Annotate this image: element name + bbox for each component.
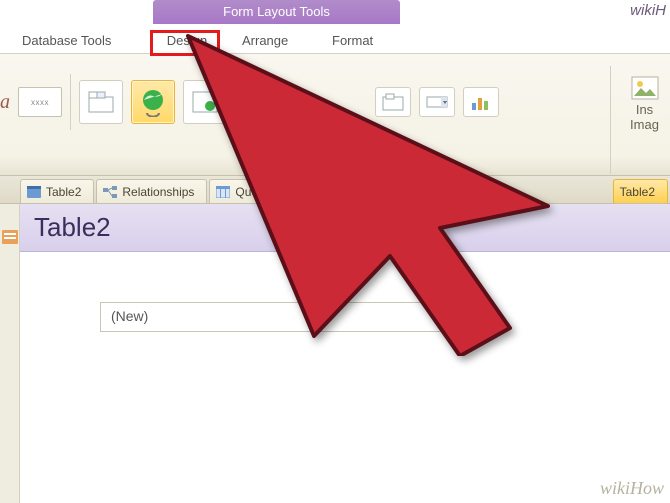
cursor-arrow-annotation xyxy=(168,16,588,356)
tab-control-icon[interactable] xyxy=(79,80,123,124)
insert-image-label1: Ins xyxy=(619,102,670,117)
label-control-icon[interactable]: a xyxy=(0,91,10,114)
textbox-control-icon[interactable]: xxxx xyxy=(18,87,62,117)
object-tab-table2[interactable]: Table2 xyxy=(20,179,94,203)
insert-image-group[interactable]: Ins Imag xyxy=(610,66,670,174)
object-tab-form-table2[interactable]: Table2 xyxy=(613,179,668,203)
form-title: Table2 xyxy=(34,212,111,243)
table-icon xyxy=(27,186,41,198)
image-icon xyxy=(631,76,659,100)
tab-database-tools[interactable]: Database Tools xyxy=(12,28,121,54)
record-selector-gutter xyxy=(0,204,20,503)
ribbon-divider xyxy=(70,74,71,130)
form-icon xyxy=(2,230,18,244)
insert-image-label2: Imag xyxy=(619,117,670,132)
relationships-icon xyxy=(103,186,117,198)
app-title: wikiH xyxy=(630,2,666,19)
object-tab-label: Table2 xyxy=(46,185,81,199)
watermark: wikiHow xyxy=(600,478,664,499)
object-tab-label: Table2 xyxy=(620,185,655,199)
